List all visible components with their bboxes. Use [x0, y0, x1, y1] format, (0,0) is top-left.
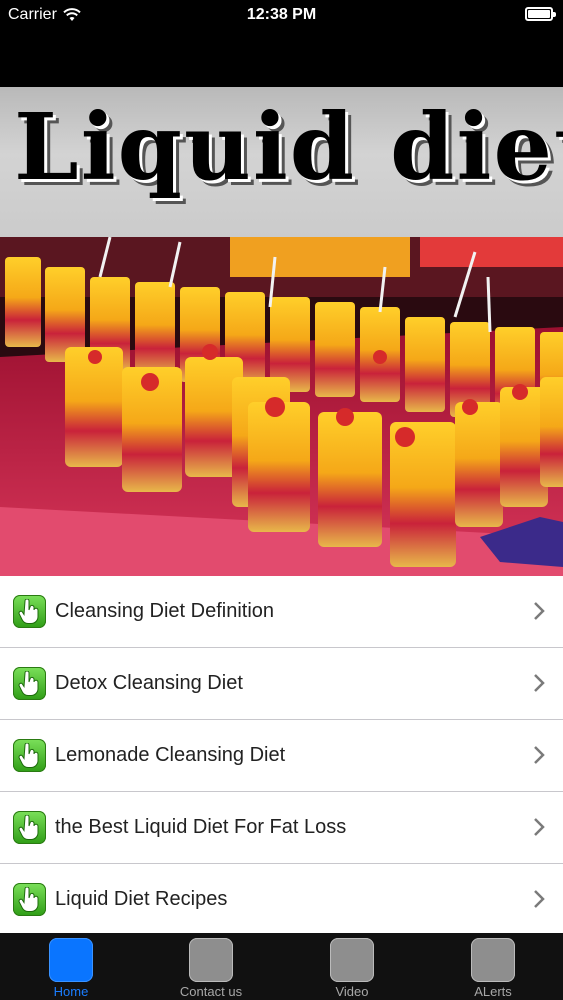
- menu-item-label: Cleansing Diet Definition: [55, 600, 275, 622]
- menu-item-label: Liquid Diet Recipes: [55, 888, 228, 910]
- chevron-right-icon: [534, 890, 545, 908]
- menu-item-lemonade-cleansing-diet[interactable]: Lemonade Cleansing Diet: [0, 720, 563, 792]
- navigation-bar: [0, 30, 563, 87]
- hero-image: [0, 237, 563, 576]
- tab-label: ALerts: [474, 984, 512, 999]
- status-bar: Carrier 12:38 PM: [0, 0, 563, 30]
- chevron-right-icon: [534, 602, 545, 620]
- alerts-tab-icon: [471, 938, 515, 982]
- tab-video[interactable]: Video: [282, 933, 422, 1000]
- tab-bar: Home Contact us Video ALerts: [0, 933, 563, 1000]
- pointer-hand-icon: [13, 739, 46, 772]
- tab-alerts[interactable]: ALerts: [423, 933, 563, 1000]
- menu-item-label: Lemonade Cleansing Diet: [55, 744, 286, 766]
- menu-item-label: Detox Cleansing Diet: [55, 672, 243, 694]
- pointer-hand-icon: [13, 811, 46, 844]
- menu-item-best-liquid-diet-fat-loss[interactable]: the Best Liquid Diet For Fat Loss: [0, 792, 563, 864]
- tab-contact-us[interactable]: Contact us: [141, 933, 281, 1000]
- contact-tab-icon: [189, 938, 233, 982]
- menu-item-detox-cleansing-diet[interactable]: Detox Cleansing Diet: [0, 648, 563, 720]
- menu-item-liquid-diet-recipes[interactable]: Liquid Diet Recipes: [0, 864, 563, 936]
- pointer-hand-icon: [13, 883, 46, 916]
- status-time: 12:38 PM: [246, 6, 317, 23]
- video-tab-icon: [330, 938, 374, 982]
- chevron-right-icon: [534, 674, 545, 692]
- tab-home[interactable]: Home: [1, 933, 141, 1000]
- chevron-right-icon: [534, 746, 545, 764]
- tab-label: Video: [335, 984, 369, 999]
- tab-label: Contact us: [179, 984, 243, 999]
- banner-title: Liquid diet: [14, 93, 563, 201]
- fruit-cups-photo: [0, 237, 563, 576]
- app-banner: Liquid diet: [0, 87, 563, 237]
- menu-item-cleansing-diet-definition[interactable]: Cleansing Diet Definition: [0, 576, 563, 648]
- pointer-hand-icon: [13, 667, 46, 700]
- chevron-right-icon: [534, 818, 545, 836]
- tab-label: Home: [53, 984, 89, 999]
- menu-list: Cleansing Diet Definition Detox Cleansin…: [0, 576, 563, 933]
- battery-icon: [525, 7, 556, 21]
- home-tab-icon: [49, 938, 93, 982]
- pointer-hand-icon: [13, 595, 46, 628]
- menu-item-label: the Best Liquid Diet For Fat Loss: [55, 816, 347, 838]
